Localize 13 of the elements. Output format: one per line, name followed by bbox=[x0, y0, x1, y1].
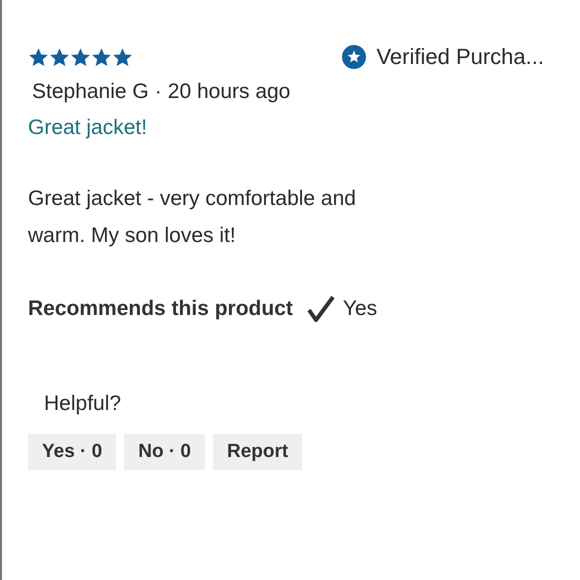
review-title: Great jacket! bbox=[28, 116, 148, 140]
check-icon bbox=[306, 296, 335, 322]
recommends-value: Yes bbox=[342, 297, 378, 321]
review-time: 20 hours ago bbox=[168, 80, 290, 104]
helpful-vote-button[interactable]: Report bbox=[213, 434, 302, 470]
review-body: Great jacket - very comfortable and warm. My son loves it! bbox=[28, 186, 357, 249]
separator-dot: · bbox=[154, 80, 162, 104]
helpful-vote-button[interactable]: Yes · 0 bbox=[28, 434, 116, 470]
helpful-vote-button[interactable]: No · 0 bbox=[124, 434, 205, 470]
recommends-label: Recommends this product bbox=[28, 297, 293, 321]
verified-purchase-label: Verified Purcha... bbox=[376, 44, 544, 70]
reviewer-name: Stephanie G bbox=[32, 80, 149, 104]
helpful-label: Helpful? bbox=[44, 392, 122, 416]
